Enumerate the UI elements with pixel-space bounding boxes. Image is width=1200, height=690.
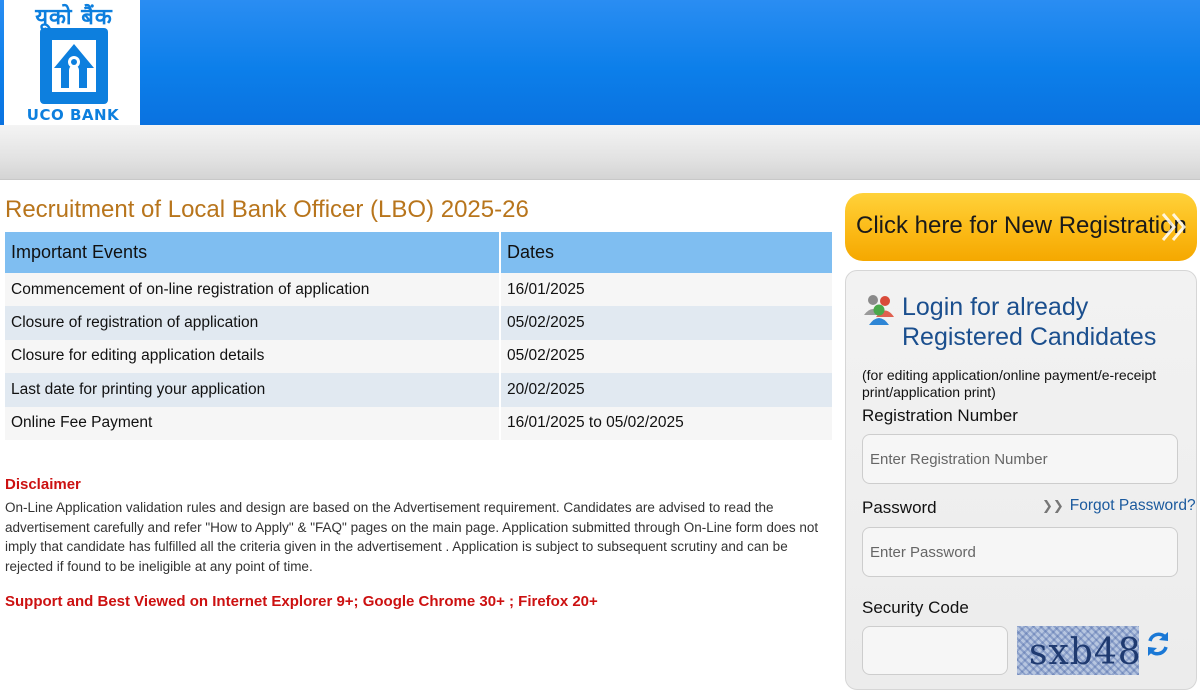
date-cell: 05/02/2025 bbox=[500, 339, 832, 374]
security-code-input[interactable] bbox=[862, 626, 1008, 675]
column-header-events: Important Events bbox=[5, 232, 501, 273]
registration-number-input[interactable] bbox=[862, 434, 1178, 484]
date-cell: 20/02/2025 bbox=[500, 373, 832, 407]
event-cell: Online Fee Payment bbox=[5, 406, 501, 440]
forgot-password-link[interactable]: ❯❯ Forgot Password? bbox=[1042, 497, 1196, 515]
date-cell: 16/01/2025 bbox=[500, 273, 832, 307]
captcha-text: sxb48 bbox=[1029, 632, 1139, 673]
event-cell: Closure of registration of application bbox=[5, 306, 501, 340]
table-row: Closure for editing application details … bbox=[5, 339, 832, 374]
password-input[interactable] bbox=[862, 527, 1178, 577]
users-icon bbox=[864, 295, 894, 325]
refresh-icon[interactable] bbox=[1145, 630, 1171, 658]
uco-bank-logo-icon bbox=[40, 28, 108, 104]
new-registration-label: Click here for New Registration bbox=[856, 212, 1187, 239]
login-title: Login for already Registered Candidates bbox=[902, 293, 1157, 351]
column-header-dates: Dates bbox=[500, 232, 832, 273]
table-header-row: Important Events Dates bbox=[5, 232, 832, 273]
password-label: Password bbox=[862, 498, 937, 517]
chevron-right-icon: ❯❯ bbox=[1042, 498, 1064, 513]
table-row: Last date for printing your application … bbox=[5, 373, 832, 407]
table-row: Closure of registration of application 0… bbox=[5, 306, 832, 340]
uco-bank-logo[interactable]: यूको बैंक UCO BANK bbox=[4, 0, 140, 125]
registration-number-label: Registration Number bbox=[862, 406, 1018, 425]
forgot-password-label: Forgot Password? bbox=[1069, 497, 1196, 514]
captcha-image: sxb48 bbox=[1017, 626, 1139, 675]
logo-text: UCO BANK bbox=[26, 106, 120, 124]
disclaimer-title: Disclaimer bbox=[5, 476, 81, 493]
page-title: Recruitment of Local Bank Officer (LBO) … bbox=[5, 196, 529, 223]
important-events-table: Important Events Dates Commencement of o… bbox=[5, 232, 832, 440]
disclaimer-text: On-Line Application validation rules and… bbox=[5, 500, 819, 574]
table-row: Online Fee Payment 16/01/2025 to 05/02/2… bbox=[5, 406, 832, 440]
date-cell: 05/02/2025 bbox=[500, 306, 832, 340]
new-registration-button[interactable]: Click here for New Registration bbox=[845, 193, 1197, 261]
login-note: (for editing application/online payment/… bbox=[862, 367, 1157, 400]
event-cell: Closure for editing application details bbox=[5, 339, 501, 374]
event-cell: Commencement of on-line registration of … bbox=[5, 273, 501, 307]
event-cell: Last date for printing your application bbox=[5, 373, 501, 407]
nav-bar bbox=[0, 125, 1200, 180]
date-cell: 16/01/2025 to 05/02/2025 bbox=[500, 406, 832, 440]
security-code-label: Security Code bbox=[862, 598, 969, 617]
double-chevron-icon bbox=[1161, 213, 1186, 241]
table-row: Commencement of on-line registration of … bbox=[5, 273, 832, 307]
browser-support-note: Support and Best Viewed on Internet Expl… bbox=[5, 593, 598, 610]
header-bar: यूको बैंक UCO BANK bbox=[0, 0, 1200, 125]
